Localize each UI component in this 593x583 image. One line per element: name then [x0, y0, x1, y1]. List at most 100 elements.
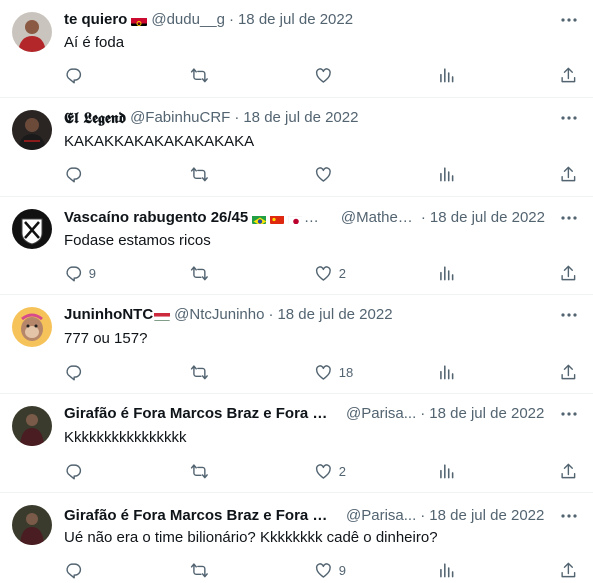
- views-icon: [440, 166, 454, 182]
- more-icon[interactable]: [559, 305, 579, 325]
- like-button[interactable]: [314, 65, 339, 85]
- tweet[interactable]: Vascaíno rabugento 26/45 … @Matheus… · 1…: [0, 197, 593, 295]
- separator-dot: ·: [268, 306, 274, 323]
- china-flag-icon: [270, 213, 284, 224]
- more-icon[interactable]: [559, 506, 579, 526]
- display-name[interactable]: te quiero: [64, 10, 127, 30]
- tweet-date[interactable]: 18 de jul de 2022: [430, 208, 545, 228]
- handle[interactable]: @Parisa...: [346, 404, 416, 424]
- reply-button[interactable]: 9: [64, 263, 96, 283]
- tweet[interactable]: Girafão é Fora Marcos Braz e Fora La... …: [0, 394, 593, 493]
- display-name[interactable]: 𝕰𝖑 𝕷𝖊𝖌𝖊𝖓𝖉: [64, 108, 126, 128]
- tweet-text: Kkkkkkkkkkkkkkkk: [64, 429, 187, 446]
- more-icon[interactable]: [559, 10, 579, 30]
- share-icon: [561, 562, 576, 577]
- views-button[interactable]: [437, 65, 456, 85]
- share-button[interactable]: [559, 65, 578, 85]
- share-button[interactable]: [559, 461, 578, 481]
- retweet-icon: [190, 167, 208, 181]
- tweet-date[interactable]: 18 de jul de 2022: [277, 305, 392, 325]
- avatar[interactable]: [12, 505, 52, 545]
- share-button[interactable]: [559, 263, 578, 283]
- tweet-actions: 9: [56, 560, 581, 580]
- tweet-header: Girafão é Fora Marcos Braz e Fora La... …: [64, 404, 545, 424]
- views-button[interactable]: [437, 263, 456, 283]
- like-icon: [315, 562, 331, 578]
- more-icon[interactable]: [559, 208, 579, 228]
- retweet-button[interactable]: [190, 65, 215, 85]
- like-button[interactable]: 9: [314, 560, 346, 580]
- share-button[interactable]: [559, 560, 578, 580]
- reply-button[interactable]: [64, 461, 89, 481]
- like-button[interactable]: 2: [314, 263, 346, 283]
- tweet-header: 𝕰𝖑 𝕷𝖊𝖌𝖊𝖓𝖉 @FabinhuCRF · 18 de jul de 202…: [64, 108, 545, 128]
- handle[interactable]: @dudu__g: [151, 10, 225, 30]
- like-count: 9: [338, 562, 346, 578]
- share-button[interactable]: [559, 362, 578, 382]
- avatar[interactable]: [12, 406, 52, 446]
- handle[interactable]: @Parisa...: [346, 506, 416, 526]
- display-name[interactable]: Vascaíno rabugento 26/45: [64, 208, 248, 228]
- tweet[interactable]: JuninhoNTC @NtcJuninho · 18 de jul de 20…: [0, 295, 593, 394]
- views-button[interactable]: [437, 362, 456, 382]
- tweet-text: Aí é foda: [64, 34, 125, 51]
- retweet-button[interactable]: [190, 461, 215, 481]
- reply-button[interactable]: [64, 65, 89, 85]
- tweet-date[interactable]: 18 de jul de 2022: [243, 108, 358, 128]
- like-count: 2: [338, 265, 346, 281]
- retweet-button[interactable]: [190, 164, 215, 184]
- tweet[interactable]: Girafão é Fora Marcos Braz e Fora La... …: [0, 493, 593, 583]
- retweet-icon: [190, 266, 208, 280]
- tweet[interactable]: 𝕰𝖑 𝕷𝖊𝖌𝖊𝖓𝖉 @FabinhuCRF · 18 de jul de 202…: [0, 98, 593, 197]
- brazil-flag-icon: [252, 213, 267, 224]
- retweet-button[interactable]: [190, 263, 215, 283]
- avatar[interactable]: [12, 307, 52, 347]
- display-name[interactable]: JuninhoNTC: [64, 305, 153, 325]
- reply-button[interactable]: [64, 164, 89, 184]
- like-icon: [315, 265, 331, 281]
- retweet-button[interactable]: [190, 560, 215, 580]
- tweet-date[interactable]: 18 de jul de 2022: [429, 506, 544, 526]
- views-icon: [440, 463, 454, 479]
- retweet-icon: [190, 68, 208, 82]
- tweet-date[interactable]: 18 de jul de 2022: [429, 404, 544, 424]
- separator-dot: ·: [234, 109, 240, 126]
- separator-dot: ·: [420, 209, 426, 226]
- like-button[interactable]: [314, 164, 339, 184]
- views-button[interactable]: [437, 461, 456, 481]
- tweet-actions: 18: [56, 362, 581, 382]
- like-button[interactable]: 2: [314, 461, 346, 481]
- tweet-header: Girafão é Fora Marcos Braz e Fora La... …: [64, 506, 545, 526]
- tweet-date[interactable]: 18 de jul de 2022: [238, 10, 353, 30]
- display-name[interactable]: Girafão é Fora Marcos Braz e Fora La...: [64, 404, 334, 424]
- separator-dot: ·: [420, 507, 426, 524]
- reply-button[interactable]: [64, 362, 89, 382]
- reply-icon: [66, 266, 82, 282]
- like-button[interactable]: 18: [314, 362, 353, 382]
- tweet-actions: [56, 164, 581, 184]
- more-icon[interactable]: [559, 108, 579, 128]
- tweet-text: Fodase estamos ricos: [64, 232, 211, 249]
- views-button[interactable]: [437, 164, 456, 184]
- like-count: 18: [338, 364, 354, 380]
- like-icon: [315, 166, 331, 182]
- display-name[interactable]: Girafão é Fora Marcos Braz e Fora La...: [64, 506, 334, 526]
- handle[interactable]: @FabinhuCRF: [130, 108, 230, 128]
- avatar[interactable]: [12, 209, 52, 249]
- handle[interactable]: @Matheus…: [341, 208, 417, 228]
- retweet-button[interactable]: [190, 362, 215, 382]
- reply-button[interactable]: [64, 560, 89, 580]
- retweet-icon: [190, 464, 208, 478]
- tweet-header: JuninhoNTC @NtcJuninho · 18 de jul de 20…: [64, 305, 545, 325]
- separator-dot: ·: [228, 11, 234, 28]
- share-button[interactable]: [559, 164, 578, 184]
- more-icon[interactable]: [559, 404, 579, 424]
- views-button[interactable]: [437, 560, 456, 580]
- avatar[interactable]: [12, 110, 52, 150]
- handle[interactable]: @NtcJuninho: [174, 305, 264, 325]
- angola-flag-icon: [131, 15, 148, 26]
- tweet[interactable]: te quiero @dudu__g · 18 de jul de 2022 A…: [0, 0, 593, 98]
- avatar[interactable]: [12, 12, 52, 52]
- separator-dot: ·: [420, 405, 426, 422]
- tweet-text: KAKAKKAKAKAKAKAKAKA: [64, 133, 255, 150]
